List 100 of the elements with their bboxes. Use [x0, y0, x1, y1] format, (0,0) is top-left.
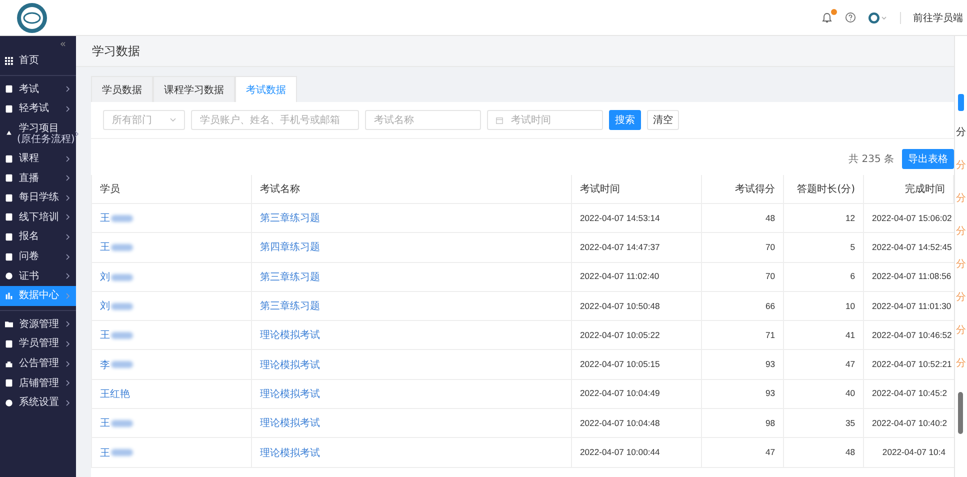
exam-name-link[interactable]: 理论模拟考试: [260, 388, 320, 400]
redacted-blur: [111, 332, 133, 340]
student-name-link[interactable]: 刘: [100, 301, 110, 312]
table-cell: 70: [765, 271, 775, 282]
student-portal-link[interactable]: 前往学员端: [913, 10, 963, 24]
chevron-icon: [74, 130, 79, 137]
chevron-icon: [66, 273, 70, 280]
table-cell: 2022-04-07 14:47:37: [580, 242, 660, 252]
exam-name-link[interactable]: 第三章练习题: [260, 213, 320, 224]
tab[interactable]: 考试数据: [235, 76, 297, 102]
table-cell: 70: [765, 242, 775, 252]
menu-icon: [5, 252, 13, 261]
help-icon[interactable]: [845, 12, 856, 23]
exam-name-field[interactable]: 考试名称: [365, 110, 481, 130]
sidebar-item[interactable]: 公告管理: [0, 354, 76, 374]
table-cell: 2022-04-07 10:46:52: [872, 330, 952, 340]
avatar-icon[interactable]: [868, 12, 888, 24]
chevron-icon: [66, 214, 70, 220]
menu-icon: [5, 360, 13, 368]
menu-icon: [5, 379, 13, 388]
table-cell: 2022-04-07 10:00:44: [580, 447, 660, 458]
sidebar-item[interactable]: 线下培训: [0, 208, 76, 228]
search-button[interactable]: 搜索: [609, 110, 641, 130]
table-cell: 48: [845, 447, 855, 458]
panel-label: 分: [956, 258, 966, 271]
column-header: 完成时间: [905, 184, 945, 195]
sidebar-item[interactable]: 首页: [0, 51, 76, 71]
sidebar-item[interactable]: 证书: [0, 266, 76, 286]
sidebar-item[interactable]: 学习项目 (原任务流程): [0, 118, 76, 149]
panel-label: 分: [956, 192, 966, 205]
column-header: 考试得分: [735, 184, 775, 195]
sidebar-item[interactable]: 报名: [0, 227, 76, 247]
menu-icon: [5, 174, 13, 182]
clear-button[interactable]: 清空: [647, 110, 679, 130]
page-title: 学习数据: [92, 42, 140, 60]
sidebar-item[interactable]: 店铺管理: [0, 373, 76, 393]
table-cell: 47: [845, 359, 855, 370]
table-cell: 2022-04-07 14:52:45: [872, 242, 952, 252]
student-name-link[interactable]: 王: [100, 330, 110, 342]
redacted-blur: [111, 302, 133, 310]
table-cell: 2022-04-07 10:05:22: [580, 330, 660, 340]
sidebar-item[interactable]: 问卷: [0, 246, 76, 266]
panel-label: 分: [956, 324, 966, 337]
sidebar-item[interactable]: 资源管理: [0, 314, 76, 334]
chevron-icon: [66, 194, 70, 201]
sidebar-item[interactable]: 系统设置: [0, 392, 76, 412]
menu-icon: [5, 154, 13, 163]
table-cell: 2022-04-07 15:06:02: [872, 212, 952, 223]
total-count: 共 235 条: [848, 152, 894, 166]
sidebar-item[interactable]: 考试: [0, 80, 76, 100]
exam-name-link[interactable]: 第三章练习题: [260, 272, 320, 283]
sidebar-item[interactable]: 直播: [0, 168, 76, 188]
student-name-link[interactable]: 李: [100, 360, 110, 371]
tab[interactable]: 学员数据: [91, 76, 153, 102]
student-name-link[interactable]: 刘: [100, 272, 110, 283]
exam-name-link[interactable]: 理论模拟考试: [260, 360, 320, 371]
chevron-icon: [66, 400, 70, 406]
menu-icon: [5, 292, 13, 300]
menu-icon: [5, 340, 13, 348]
table-cell: 2022-04-07 10:50:48: [580, 300, 660, 311]
exam-name-link[interactable]: 理论模拟考试: [260, 330, 320, 342]
menu-icon: [5, 213, 13, 222]
redacted-blur: [111, 420, 133, 427]
caret-icon: [170, 118, 176, 122]
sidebar-item[interactable]: 轻考试: [0, 99, 76, 119]
chevron-icon: [66, 360, 70, 367]
student-name-link[interactable]: 王: [100, 213, 110, 224]
bell-icon[interactable]: [821, 12, 833, 24]
exam-name-link[interactable]: 理论模拟考试: [260, 448, 320, 459]
table-cell: 47: [765, 447, 775, 458]
table-cell: 5: [850, 242, 855, 252]
sidebar-item[interactable]: 课程: [0, 148, 76, 168]
menu-icon: [5, 398, 13, 407]
scrollbar-thumb[interactable]: [958, 392, 963, 434]
table-cell: 40: [845, 388, 855, 398]
department-select[interactable]: 所有部门: [103, 110, 185, 130]
export-button[interactable]: 导出表格: [902, 149, 954, 169]
sidebar-item[interactable]: 学员管理: [0, 334, 76, 354]
panel-label: 分: [956, 357, 966, 370]
panel-label: 分: [956, 126, 966, 139]
student-name-link[interactable]: 王红艳: [100, 388, 130, 400]
exam-name-link[interactable]: 第三章练习题: [260, 301, 320, 312]
exam-time-field[interactable]: 考试时间: [487, 110, 603, 130]
student-name-link[interactable]: 王: [100, 448, 110, 459]
tab[interactable]: 课程学习数据: [153, 76, 235, 102]
student-search-field[interactable]: 学员账户、姓名、手机号或邮箱: [191, 110, 359, 130]
table-cell: 2022-04-07 11:02:40: [580, 271, 660, 282]
table-cell: 12: [845, 212, 855, 223]
column-header: 答题时长(分): [797, 184, 855, 195]
exam-name-link[interactable]: 第四章练习题: [260, 242, 320, 254]
menu-icon: [5, 194, 13, 202]
sidebar-item[interactable]: 数据中心: [0, 286, 76, 306]
collapse-toggle[interactable]: «: [60, 39, 66, 50]
menu-icon: [5, 232, 13, 241]
student-name-link[interactable]: 王: [100, 242, 110, 254]
exam-name-link[interactable]: 理论模拟考试: [260, 418, 320, 430]
menu-icon: [5, 320, 13, 328]
sidebar-item[interactable]: 每日学练: [0, 188, 76, 208]
chevron-icon: [66, 175, 70, 182]
student-name-link[interactable]: 王: [100, 418, 110, 430]
